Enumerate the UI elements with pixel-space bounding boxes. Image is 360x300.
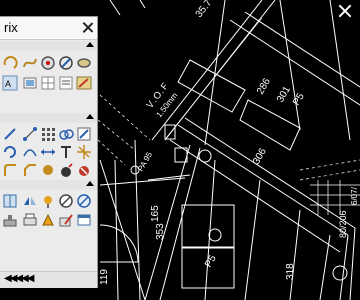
dim-text: 318 [285, 263, 296, 280]
window-icon[interactable] [76, 212, 92, 228]
tool-row [0, 144, 97, 162]
tool-row [0, 162, 97, 180]
explode-icon[interactable] [76, 144, 92, 160]
survey-marker [208, 228, 222, 242]
tool-row [0, 126, 97, 144]
stretch-icon[interactable] [40, 144, 56, 160]
dim-text: 306 [251, 146, 269, 166]
rotate-arc-icon[interactable] [2, 55, 18, 71]
properties-icon[interactable] [58, 75, 74, 91]
collapse-arrow-icon[interactable] [86, 114, 94, 119]
outline [244, 11, 360, 88]
tool-row [0, 55, 97, 73]
outline [184, 117, 356, 229]
outline [349, 227, 356, 300]
target-icon[interactable] [40, 55, 56, 71]
outline [204, 159, 216, 300]
wall-line [151, 0, 263, 141]
stamp-icon[interactable] [2, 212, 18, 228]
palette-titlebar[interactable]: rix [0, 17, 97, 40]
outline [329, 0, 351, 141]
nodes-icon[interactable] [22, 126, 38, 142]
outline [109, 0, 121, 16]
dim-text: 286 [255, 76, 273, 96]
survey-marker [332, 265, 348, 281]
tool-row [0, 193, 97, 211]
text-style-icon[interactable]: A [2, 75, 18, 91]
rotate-icon[interactable] [2, 144, 18, 160]
scale-icon[interactable] [76, 126, 92, 142]
dim-text: 353 [155, 223, 166, 240]
chamfer-icon[interactable] [22, 162, 38, 178]
room-outline [177, 59, 246, 113]
outline [244, 179, 261, 300]
grid-icon[interactable] [40, 75, 56, 91]
tool-palette: rix A ◀◀◀◀◀ [0, 16, 98, 288]
outline [99, 177, 186, 186]
collapse-arrow-icon[interactable] [86, 181, 94, 186]
door-arc [99, 224, 139, 263]
erase-icon[interactable] [76, 162, 92, 178]
survey-marker [198, 149, 212, 163]
offset-icon[interactable] [22, 144, 38, 160]
shape-icon[interactable] [76, 55, 92, 71]
dim-text: P5 [203, 253, 219, 269]
room-outline [181, 204, 235, 248]
dim-text: 35.7 [194, 0, 215, 20]
group-icon[interactable] [58, 126, 74, 142]
outline [279, 0, 301, 131]
fillet-icon[interactable] [2, 162, 18, 178]
paint-icon[interactable] [40, 212, 56, 228]
section-header-2 [0, 113, 97, 123]
dim-text: 119 [99, 269, 110, 285]
edit-icon[interactable] [58, 212, 74, 228]
curve-icon[interactable] [22, 55, 38, 71]
pin-icon[interactable] [40, 193, 56, 209]
outline [289, 209, 301, 300]
outline [204, 0, 226, 146]
measure-icon[interactable] [58, 55, 74, 71]
room-outline [239, 99, 301, 151]
layer-icon[interactable] [22, 75, 38, 91]
outline [139, 0, 146, 9]
section-header-1 [0, 41, 97, 51]
image-icon[interactable] [76, 75, 92, 91]
circle-slash-icon[interactable] [76, 193, 92, 209]
array-icon[interactable] [40, 126, 56, 142]
dim-text: 80/206 [338, 210, 348, 238]
arrow-icon[interactable] [2, 126, 18, 142]
outline [159, 147, 201, 300]
join-icon[interactable] [40, 162, 56, 178]
palette-title: rix [4, 20, 18, 35]
svg-text:A: A [5, 79, 11, 89]
tool-row [0, 212, 97, 230]
close-drawing-icon[interactable] [338, 4, 352, 18]
outline [319, 234, 331, 300]
section-header-3 [0, 180, 97, 190]
close-icon[interactable] [82, 22, 93, 33]
flip-icon[interactable] [22, 193, 38, 209]
bomb-icon[interactable] [58, 162, 74, 178]
dim-text: 6/07/ [350, 186, 359, 205]
book-icon[interactable] [2, 193, 18, 209]
print-icon[interactable] [22, 212, 38, 228]
outline [229, 19, 360, 106]
tool-row: A [0, 75, 97, 93]
dim-text: 165 [150, 205, 161, 222]
trim-icon[interactable] [58, 144, 74, 160]
dim-text: P5 [291, 91, 307, 107]
scroll-arrows-icon[interactable]: ◀◀◀◀◀ [4, 273, 34, 284]
dim-text: PA 95 [136, 150, 154, 173]
no-entry-icon[interactable] [58, 193, 74, 209]
outline [114, 159, 119, 300]
outline [177, 124, 349, 236]
palette-bottom-bar: ◀◀◀◀◀ [0, 271, 97, 288]
collapse-arrow-icon[interactable] [86, 42, 94, 47]
